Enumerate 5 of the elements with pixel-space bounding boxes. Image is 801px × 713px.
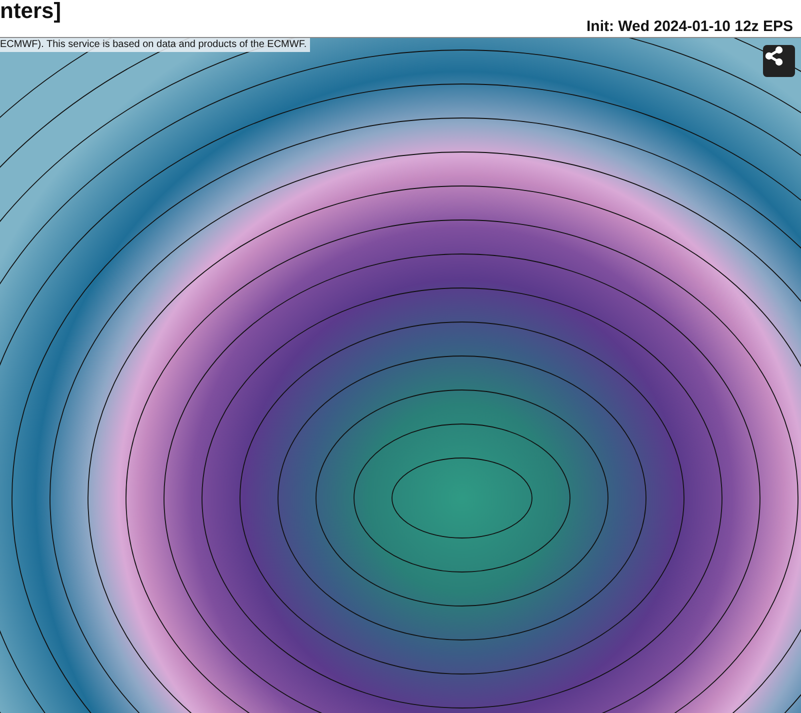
page-title: nters] [0, 0, 62, 24]
share-icon [763, 45, 785, 67]
init-time-label: Init: Wed 2024-01-10 12z EPS [586, 18, 793, 36]
attribution-text: ECMWF). This service is based on data and products of the ECMWF. [0, 38, 310, 52]
share-button[interactable] [763, 45, 795, 77]
